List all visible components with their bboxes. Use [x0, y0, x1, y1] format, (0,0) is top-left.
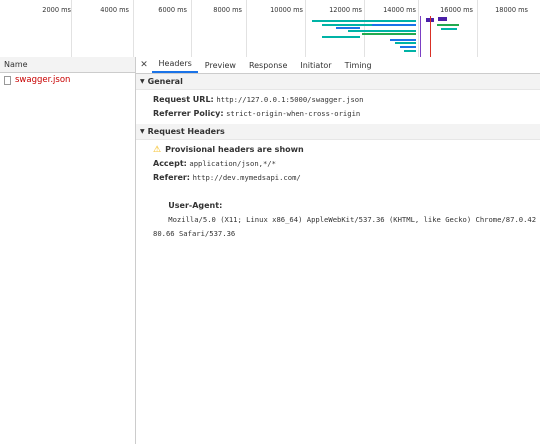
general-section-title: General: [147, 77, 183, 86]
timeline-bar: [400, 46, 416, 48]
timeline-bar: [441, 28, 457, 30]
close-icon[interactable]: ✕: [136, 57, 152, 73]
triangle-down-icon: ▼: [140, 128, 145, 135]
tab-preview[interactable]: Preview: [198, 59, 242, 73]
timeline-bar: [336, 27, 360, 29]
request-url-row: Request URL: http://127.0.0.1:5000/swagg…: [136, 93, 540, 107]
referrer-policy-label: Referrer Policy:: [153, 109, 224, 118]
timeline-bar: [312, 20, 416, 22]
triangle-down-icon: ▼: [140, 78, 145, 85]
tab-headers[interactable]: Headers: [152, 57, 199, 73]
timeline-bar: [348, 30, 416, 32]
referrer-policy-row: Referrer Policy: strict-origin-when-cros…: [136, 107, 540, 121]
user-agent-row: User-Agent: Mozilla/5.0 (X11; Linux x86_…: [136, 185, 540, 255]
timeline-bar: [362, 33, 416, 35]
tab-timing[interactable]: Timing: [338, 59, 378, 73]
timeline-bar: [390, 39, 416, 41]
timeline-marker: [420, 16, 421, 57]
request-name: swagger.json: [15, 75, 71, 85]
timeline-bar: [437, 24, 459, 26]
provisional-warning-text: Provisional headers are shown: [165, 145, 304, 154]
file-icon: [4, 76, 11, 85]
referer-row: Referer: http://dev.mymedsapi.com/: [136, 171, 540, 185]
timeline-bar: [322, 24, 372, 26]
general-section-header[interactable]: ▼ General: [136, 74, 540, 90]
timeline-bar: [395, 42, 416, 44]
request-url-label: Request URL:: [153, 95, 214, 104]
timeline-bar: [322, 36, 360, 38]
tab-initiator[interactable]: Initiator: [294, 59, 338, 73]
timeline-bar: [404, 50, 416, 52]
referrer-policy-value: strict-origin-when-cross-origin: [226, 109, 361, 118]
timeline-overview[interactable]: 2000 ms 4000 ms 6000 ms 8000 ms 10000 ms…: [0, 0, 540, 58]
user-agent-label: User-Agent:: [168, 201, 223, 210]
accept-label: Accept:: [153, 159, 187, 168]
timeline-bar: [438, 17, 447, 21]
name-column-header[interactable]: Name: [0, 57, 135, 73]
request-headers-section-header[interactable]: ▼ Request Headers: [136, 124, 540, 140]
referer-value: http://dev.mymedsapi.com/: [192, 173, 301, 182]
tick-label: 8000 ms: [213, 6, 242, 14]
request-list: Name swagger.json: [0, 57, 136, 444]
provisional-warning: ⚠ Provisional headers are shown: [136, 143, 540, 157]
user-agent-value: Mozilla/5.0 (X11; Linux x86_64) AppleWeb…: [153, 215, 537, 238]
accept-row: Accept: application/json,*/*: [136, 157, 540, 171]
timeline-marker: [430, 16, 431, 57]
request-detail-panel: ✕ Headers Preview Response Initiator Tim…: [136, 57, 540, 444]
tick-label: 18000 ms: [495, 6, 528, 14]
warning-icon: ⚠: [153, 145, 162, 155]
referer-label: Referer:: [153, 173, 191, 182]
request-headers-section-title: Request Headers: [147, 127, 225, 136]
tab-response[interactable]: Response: [242, 59, 293, 73]
detail-tabs: ✕ Headers Preview Response Initiator Tim…: [136, 57, 540, 74]
timeline-bar: [372, 24, 416, 26]
request-row[interactable]: swagger.json: [0, 73, 135, 88]
request-url-value: http://127.0.0.1:5000/swagger.json: [216, 95, 364, 104]
accept-value: application/json,*/*: [189, 159, 276, 168]
